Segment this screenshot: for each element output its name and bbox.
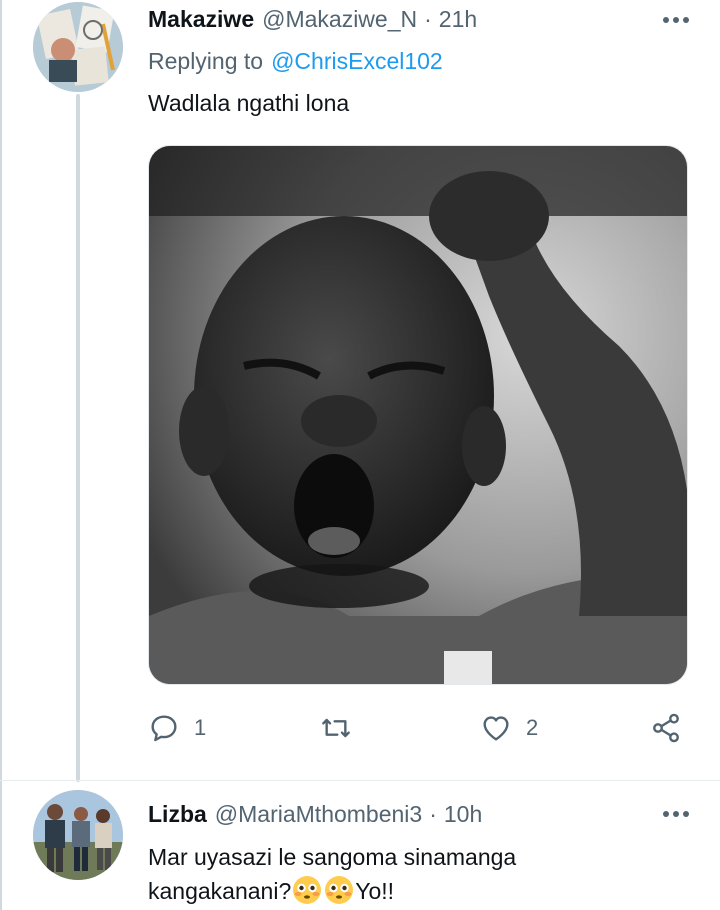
replying-to-label: Replying to: [148, 47, 264, 74]
tweet-thread: Makaziwe @Makaziwe_N · 21h Replying to @…: [0, 0, 720, 910]
retweet-icon: [322, 718, 350, 738]
reply-count: 1: [194, 715, 207, 740]
reply-icon: [151, 715, 177, 742]
more-dots-icon: [663, 811, 689, 817]
user-handle[interactable]: @MariaMthombeni3: [215, 801, 422, 828]
tweet-text: Mar uyasazi le sangoma sinamanga kangaka…: [148, 840, 618, 908]
share-button[interactable]: [650, 708, 682, 748]
timestamp[interactable]: 21h: [439, 6, 477, 33]
display-name[interactable]: Lizba: [148, 801, 207, 828]
heart-icon: [483, 716, 509, 741]
user-handle[interactable]: @Makaziwe_N: [262, 6, 417, 33]
tweet-text: Wadlala ngathi lona: [148, 90, 350, 116]
reply-mention-link[interactable]: @ChrisExcel102: [271, 48, 443, 75]
avatar[interactable]: [33, 790, 123, 880]
avatar-image: [33, 2, 123, 92]
tweet[interactable]: Makaziwe @Makaziwe_N · 21h Replying to @…: [0, 0, 720, 780]
tweet-media-image[interactable]: [148, 145, 688, 685]
retweet-button[interactable]: [320, 708, 366, 748]
flushed-face-emoji-icon: [293, 876, 322, 904]
display-name[interactable]: Makaziwe: [148, 6, 254, 33]
more-options-button[interactable]: [658, 6, 694, 34]
like-count: 2: [526, 715, 539, 740]
tweet-content: Makaziwe @Makaziwe_N · 21h Replying to @…: [148, 0, 694, 120]
avatar[interactable]: [33, 2, 123, 92]
share-icon: [653, 713, 679, 743]
photo-of-child-yawning-icon: [149, 146, 687, 684]
replying-to: Replying to @ChrisExcel102: [148, 38, 694, 84]
tweet-content: Lizba @MariaMthombeni3 · 10h Mar uyasazi…: [148, 794, 694, 908]
tweet-header: Makaziwe @Makaziwe_N · 21h: [148, 0, 694, 38]
tweet-header: Lizba @MariaMthombeni3 · 10h: [148, 794, 694, 834]
flushed-face-emoji-icon: [325, 876, 354, 904]
avatar-image: [33, 790, 123, 880]
separator-dot: ·: [429, 800, 437, 827]
tweet-actions: 1 2: [148, 708, 693, 748]
tweet-text-end: Yo!!: [355, 878, 395, 904]
separator-dot: ·: [424, 5, 432, 32]
more-dots-icon: [663, 17, 689, 23]
timestamp[interactable]: 10h: [444, 801, 482, 828]
more-options-button[interactable]: [658, 800, 694, 828]
like-button[interactable]: 2: [480, 708, 538, 748]
tweet[interactable]: Lizba @MariaMthombeni3 · 10h Mar uyasazi…: [0, 780, 720, 910]
reply-button[interactable]: 1: [148, 708, 206, 748]
